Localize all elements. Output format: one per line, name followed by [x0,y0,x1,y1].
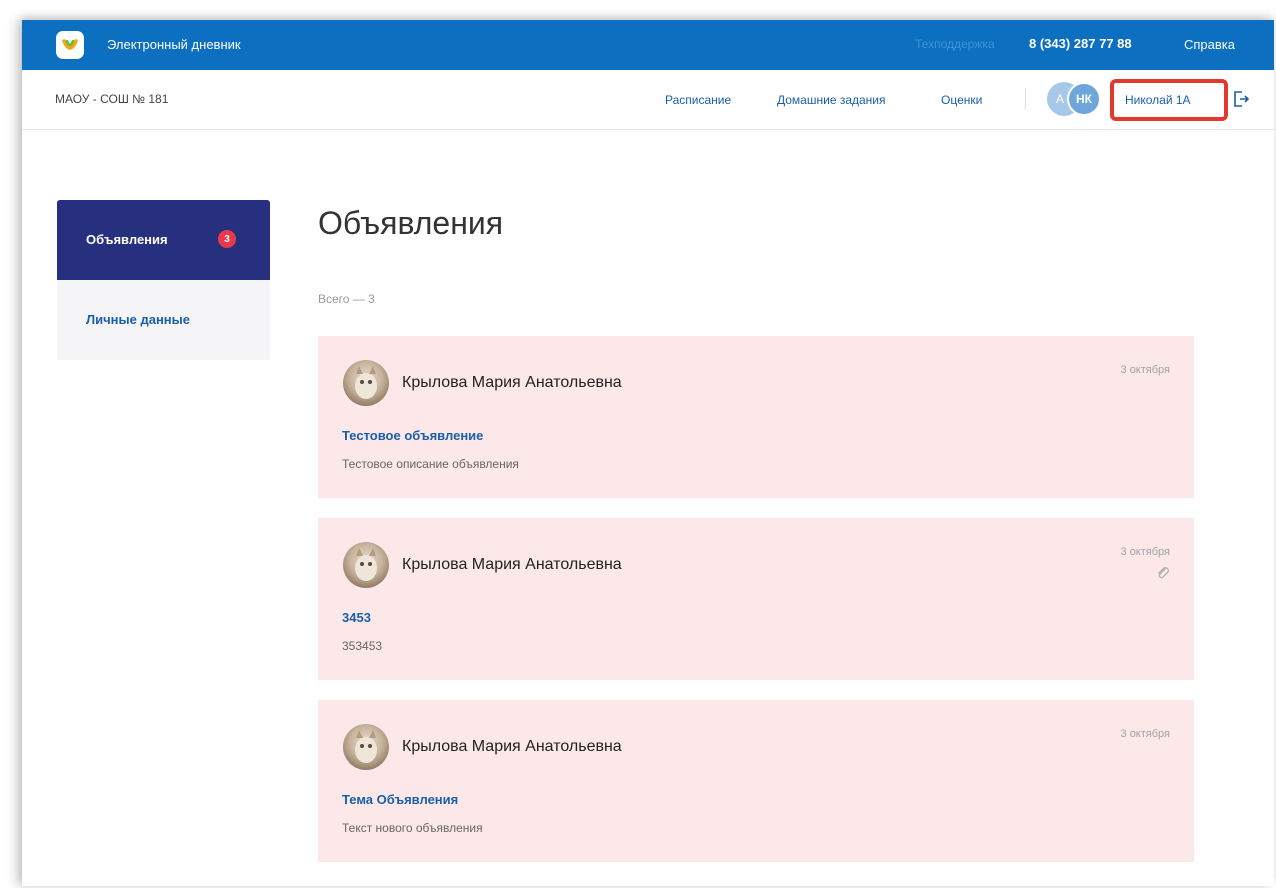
nav-link-grades[interactable]: Оценки [941,93,982,107]
announcement-card[interactable]: Крылова Мария Анатольевна 3 октября 3453… [318,518,1194,680]
announcement-text: Текст нового объявления [342,821,483,835]
author-avatar [343,724,389,770]
author-avatar [343,542,389,588]
help-link[interactable]: Справка [1184,37,1235,52]
announcement-title[interactable]: 3453 [342,610,371,625]
sidebar-item-personal-data[interactable]: Личные данные [86,312,190,327]
author-name: Крылова Мария Анатольевна [402,556,622,573]
main-nav: МАОУ - СОШ № 181 Расписание Домашние зад… [22,70,1274,130]
announcement-date: 3 октября [1120,728,1170,740]
sidebar: Объявления 3 Личные данные [57,200,270,360]
nav-link-homework[interactable]: Домашние задания [777,93,886,107]
page-title: Объявления [318,205,504,241]
announcement-card[interactable]: Крылова Мария Анатольевна 3 октября Тема… [318,700,1194,862]
author-name: Крылова Мария Анатольевна [402,738,622,755]
unread-count-badge: 3 [218,230,236,248]
school-name: МАОУ - СОШ № 181 [55,92,169,106]
sidebar-item-label: Объявления [86,232,168,247]
announcement-title[interactable]: Тестовое объявление [342,428,483,443]
announcement-text: Тестовое описание объявления [342,457,519,471]
total-count: Всего — 3 [318,292,375,306]
user-name-link[interactable]: Николай 1А [1125,93,1191,107]
app-logo-icon[interactable] [56,31,84,59]
nav-link-schedule[interactable]: Расписание [665,93,731,107]
announcement-card[interactable]: Крылова Мария Анатольевна 3 октября Тест… [318,336,1194,498]
author-name: Крылова Мария Анатольевна [402,374,622,391]
announcement-text: 353453 [342,639,383,653]
app-window: Электронный дневник Техподдержка 8 (343)… [22,20,1274,886]
support-phone[interactable]: 8 (343) 287 77 88 [1029,36,1132,51]
top-bar: Электронный дневник Техподдержка 8 (343)… [22,20,1274,70]
app-title[interactable]: Электронный дневник [107,37,241,52]
support-label: Техподдержка [915,37,995,51]
nav-divider [1025,88,1026,110]
sidebar-item-announcements[interactable]: Объявления 3 [57,200,270,280]
author-avatar [343,360,389,406]
paperclip-icon[interactable] [1156,566,1170,585]
logout-icon[interactable] [1232,90,1250,113]
announcement-title[interactable]: Тема Объявления [342,792,458,807]
avatar-primary[interactable]: НК [1067,82,1101,116]
announcement-date: 3 октября [1120,364,1170,376]
announcement-date: 3 октября [1120,546,1170,558]
